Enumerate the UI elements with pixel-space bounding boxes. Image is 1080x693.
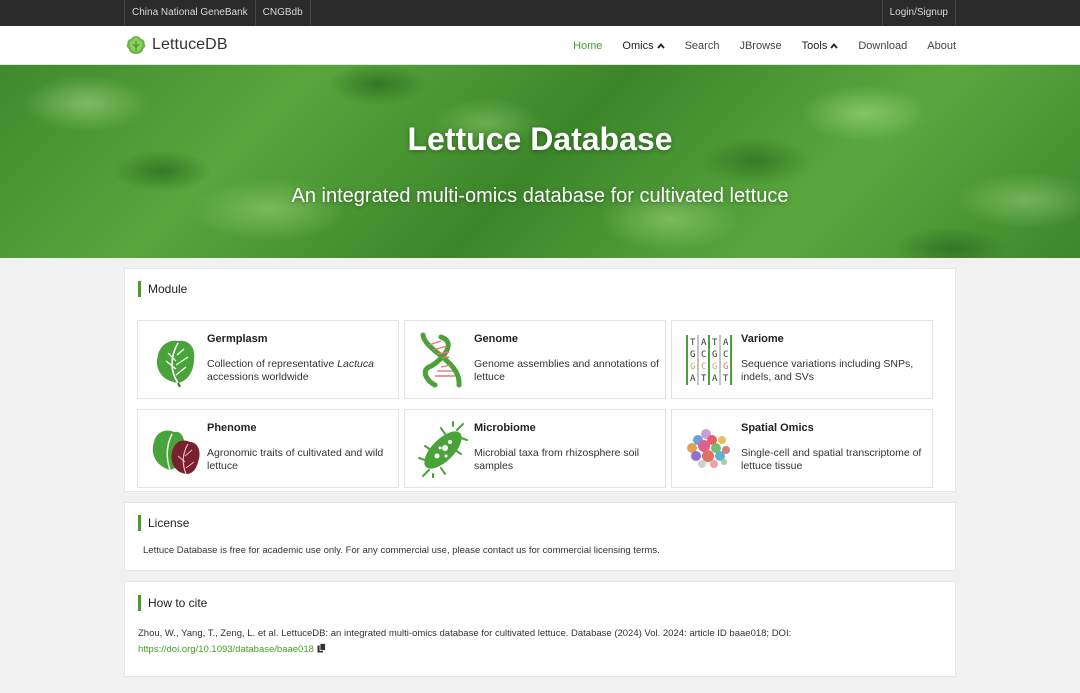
chevron-up-icon xyxy=(656,42,665,49)
variome-letter: A xyxy=(723,338,729,348)
microbiome-card[interactable]: Microbiome Microbial taxa from rhizosphe… xyxy=(404,409,666,488)
variome-letter: C xyxy=(701,350,706,360)
main-nav: Home Omics Search JBrowse Tools Download… xyxy=(553,26,956,65)
navbar: LettuceDB Home Omics Search JBrowse Tool… xyxy=(0,26,1080,65)
nav-tools[interactable]: Tools xyxy=(802,40,839,52)
cite-title: How to cite xyxy=(138,595,207,611)
variome-letter: T xyxy=(701,374,707,384)
copy-icon[interactable] xyxy=(317,643,326,653)
nav-home[interactable]: Home xyxy=(573,40,602,52)
variome-letter: T xyxy=(690,338,696,348)
nav-jbrowse-label: JBrowse xyxy=(739,39,782,52)
variome-card[interactable]: T A T A G C G C G C G G A T A T Variome … xyxy=(671,320,933,399)
nav-home-label: Home xyxy=(573,39,603,52)
doi-link[interactable]: https://doi.org/10.1093/database/baae018 xyxy=(138,644,314,655)
nav-omics[interactable]: Omics xyxy=(622,39,665,52)
variome-letter: C xyxy=(701,362,706,372)
module-panel: Module Germplasm Collection of represent… xyxy=(124,268,956,492)
hero-banner: Lettuce Database An integrated multi-omi… xyxy=(0,65,1080,258)
germplasm-card[interactable]: Germplasm Collection of representative L… xyxy=(137,320,399,399)
genome-desc: Genome assemblies and annotations of let… xyxy=(474,358,660,383)
genome-card[interactable]: Genome Genome assemblies and annotations… xyxy=(404,320,666,399)
citation-body: Zhou, W., Yang, T., Zeng, L. et al. Lett… xyxy=(138,628,792,639)
lettuce-logo-icon xyxy=(126,36,146,54)
variome-letter: G xyxy=(723,362,728,372)
license-title: License xyxy=(138,515,189,531)
brand[interactable]: LettuceDB xyxy=(124,31,228,59)
variome-letter: C xyxy=(723,350,728,360)
variome-letter: A xyxy=(701,338,707,348)
nav-download-label: Download xyxy=(858,39,908,52)
phenome-card[interactable]: Phenome Agronomic traits of cultivated a… xyxy=(137,409,399,488)
top-bar-right: Login/Signup xyxy=(881,0,956,26)
nav-about[interactable]: About xyxy=(927,40,956,52)
nav-search-label: Search xyxy=(684,39,720,52)
microbiome-desc: Microbial taxa from rhizosphere soil sam… xyxy=(474,447,640,472)
license-panel: License Lettuce Database is free for aca… xyxy=(124,502,956,571)
brand-name: LettuceDB xyxy=(152,36,228,53)
lettuce-leaf-icon xyxy=(156,340,195,388)
variome-title: Variome xyxy=(741,333,784,345)
variome-letter: G xyxy=(690,350,695,360)
nav-about-label: About xyxy=(927,39,956,52)
cngb-link[interactable]: China National GeneBank xyxy=(124,0,255,26)
dna-helix-icon xyxy=(420,332,462,388)
citation-text: Zhou, W., Yang, T., Zeng, L. et al. Lett… xyxy=(138,626,948,658)
variome-letter: A xyxy=(712,374,718,384)
germplasm-desc: Collection of representative Lactuca acc… xyxy=(207,358,374,383)
variome-letter: T xyxy=(712,338,718,348)
microbiome-title: Microbiome xyxy=(474,422,536,434)
variome-letter: G xyxy=(712,350,717,360)
top-bar-links: China National GeneBank CNGBdb xyxy=(124,0,311,26)
cngbdb-link[interactable]: CNGBdb xyxy=(254,0,311,26)
variome-letter: T xyxy=(723,374,729,384)
hero-title: Lettuce Database xyxy=(407,121,673,157)
spatial-cells-icon xyxy=(687,429,730,468)
phenome-title: Phenome xyxy=(207,422,257,434)
genome-title: Genome xyxy=(474,333,519,345)
nav-tools-label: Tools xyxy=(801,39,828,52)
spatial-omics-desc: Single-cell and spatial transcriptome of… xyxy=(741,447,922,472)
hero-subtitle: An integrated multi-omics database for c… xyxy=(291,185,789,207)
phenome-desc: Agronomic traits of cultivated and wild … xyxy=(207,447,384,472)
variome-desc: Sequence variations including SNPs, inde… xyxy=(741,358,914,383)
nav-jbrowse[interactable]: JBrowse xyxy=(739,40,781,52)
germplasm-title: Germplasm xyxy=(207,333,268,345)
chevron-up-icon xyxy=(830,42,839,49)
top-bar: China National GeneBank CNGBdb Login/Sig… xyxy=(0,0,1080,26)
spatial-omics-title: Spatial Omics xyxy=(741,422,814,434)
license-text: Lettuce Database is free for academic us… xyxy=(143,545,660,556)
variome-letter: A xyxy=(690,374,696,384)
variome-letter: G xyxy=(712,362,717,372)
nav-omics-label: Omics xyxy=(622,39,654,52)
sequence-alignment-icon: T A T A G C G C G C G G A T A T xyxy=(686,335,732,385)
microbe-icon xyxy=(418,421,468,478)
green-red-lettuce-icon xyxy=(152,430,200,475)
nav-search[interactable]: Search xyxy=(685,40,720,52)
spatial-omics-card[interactable]: Spatial Omics Single-cell and spatial tr… xyxy=(671,409,933,488)
login-signup-link[interactable]: Login/Signup xyxy=(881,0,956,26)
module-title: Module xyxy=(138,281,187,297)
nav-download[interactable]: Download xyxy=(858,40,907,52)
cite-panel: How to cite Zhou, W., Yang, T., Zeng, L.… xyxy=(124,581,956,677)
variome-letter: G xyxy=(690,362,695,372)
